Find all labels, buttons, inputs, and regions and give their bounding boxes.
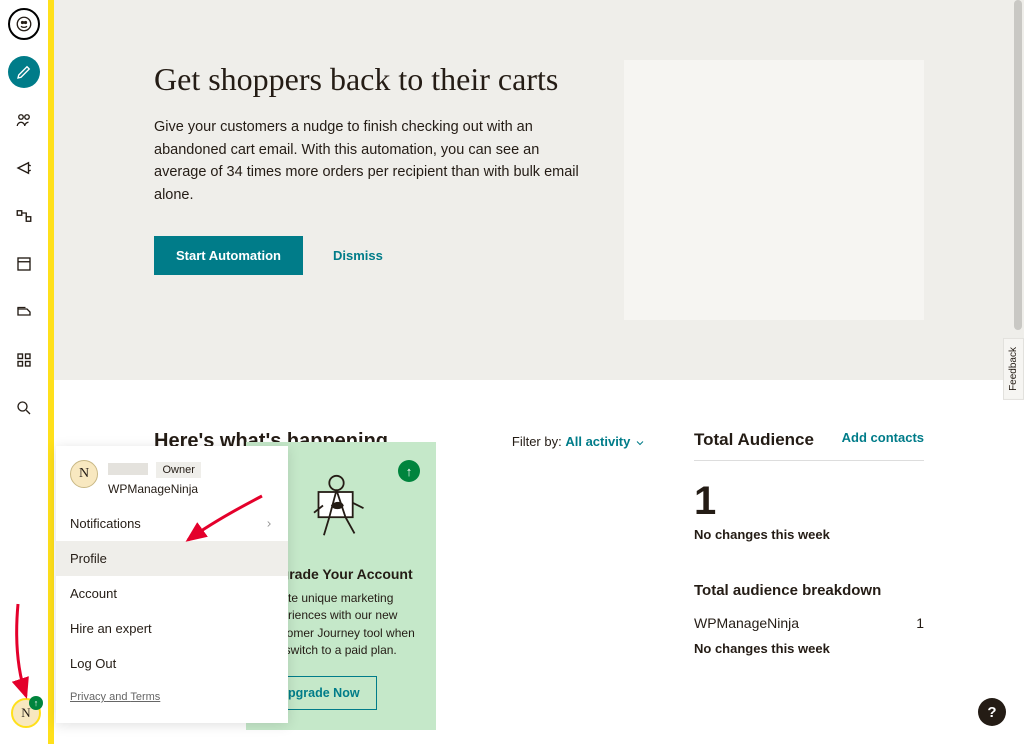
breakdown-heading: Total audience breakdown xyxy=(694,582,924,599)
account-menu-button[interactable]: N ↑ xyxy=(11,698,41,728)
audience-title: Total Audience xyxy=(694,430,814,450)
popover-item-expert[interactable]: Hire an expert xyxy=(56,611,288,646)
user-company: WPManageNinja xyxy=(108,482,201,496)
audience-total: 1 xyxy=(694,481,924,521)
popover-legal: Privacy and Terms xyxy=(56,681,288,713)
nav-automations[interactable] xyxy=(8,200,40,232)
audience-sub: No changes this week xyxy=(694,527,924,542)
help-button[interactable]: ? xyxy=(978,698,1006,726)
nav-create[interactable] xyxy=(8,56,40,88)
nav-audience[interactable] xyxy=(8,104,40,136)
hero-body: Give your customers a nudge to finish ch… xyxy=(154,116,584,206)
popover-header: N Owner WPManageNinja xyxy=(56,446,288,506)
terms-link[interactable]: Terms xyxy=(130,691,160,703)
popover-item-logout[interactable]: Log Out xyxy=(56,646,288,681)
dismiss-link[interactable]: Dismiss xyxy=(333,248,383,263)
user-role-badge: Owner xyxy=(156,462,200,478)
nav-campaigns[interactable] xyxy=(8,152,40,184)
audience-column: Total Audience Add contacts 1 No changes… xyxy=(694,430,924,656)
start-automation-button[interactable]: Start Automation xyxy=(154,236,303,275)
breakdown-sub: No changes this week xyxy=(694,641,924,656)
chevron-down-icon xyxy=(634,437,646,449)
scrollbar[interactable] xyxy=(1014,0,1022,330)
user-name-redacted xyxy=(108,463,148,475)
divider xyxy=(694,460,924,461)
nav-content[interactable] xyxy=(8,296,40,328)
arrow-up-icon[interactable]: ↑ xyxy=(398,460,420,482)
feedback-tab[interactable]: Feedback xyxy=(1003,338,1024,400)
chevron-right-icon xyxy=(264,519,274,529)
arrow-up-badge-icon: ↑ xyxy=(29,696,43,710)
popover-item-profile[interactable]: Profile xyxy=(56,541,288,576)
hero-illustration xyxy=(624,60,924,320)
activity-filter[interactable]: Filter by: All activity xyxy=(512,434,646,449)
logo-mailchimp[interactable] xyxy=(8,8,40,40)
nav-website[interactable] xyxy=(8,248,40,280)
nav-rail xyxy=(0,0,48,744)
add-contacts-link[interactable]: Add contacts xyxy=(842,430,924,445)
nav-integrations[interactable] xyxy=(8,344,40,376)
privacy-link[interactable]: Privacy xyxy=(70,691,106,703)
hero-title: Get shoppers back to their carts xyxy=(154,60,584,98)
popover-item-account[interactable]: Account xyxy=(56,576,288,611)
app-root: Get shoppers back to their carts Give yo… xyxy=(0,0,1024,744)
hero-banner: Get shoppers back to their carts Give yo… xyxy=(54,0,1024,380)
popover-item-notifications[interactable]: Notifications xyxy=(56,506,288,541)
avatar: N xyxy=(70,460,98,488)
nav-search[interactable] xyxy=(8,392,40,424)
account-popover: N Owner WPManageNinja Notifications Prof… xyxy=(56,446,288,723)
breakdown-row[interactable]: WPManageNinja 1 xyxy=(694,615,924,631)
